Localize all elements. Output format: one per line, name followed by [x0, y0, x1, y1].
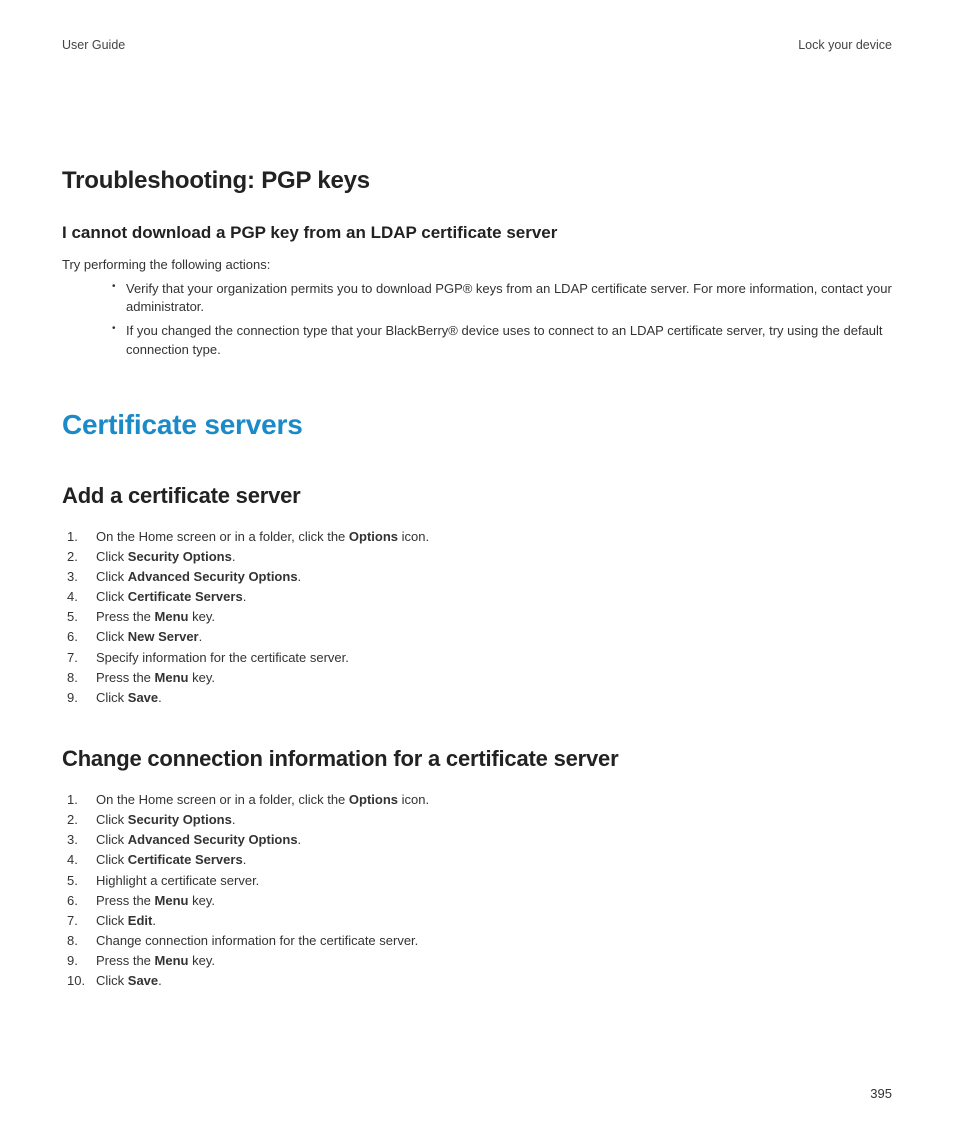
step-text-post: icon. — [398, 792, 429, 807]
step-item: Highlight a certificate server. — [62, 871, 892, 891]
step-item: Press the Menu key. — [62, 607, 892, 627]
add-server-steps: On the Home screen or in a folder, click… — [62, 527, 892, 708]
step-text-post: key. — [188, 893, 215, 908]
step-item: Click Edit. — [62, 911, 892, 931]
step-text-pre: Click — [96, 690, 128, 705]
step-text-post: key. — [188, 953, 215, 968]
step-item: Click Advanced Security Options. — [62, 830, 892, 850]
bullet-item: Verify that your organization permits yo… — [112, 280, 892, 316]
step-text-pre: On the Home screen or in a folder, click… — [96, 792, 349, 807]
step-item: Click Security Options. — [62, 547, 892, 567]
step-text-post: . — [232, 549, 236, 564]
step-text-bold: Menu — [155, 670, 189, 685]
troubleshooting-bullets: Verify that your organization permits yo… — [62, 280, 892, 359]
step-item: Press the Menu key. — [62, 891, 892, 911]
step-item: Click Certificate Servers. — [62, 587, 892, 607]
header-left: User Guide — [62, 38, 125, 52]
step-text-pre: Highlight a certificate server. — [96, 873, 259, 888]
change-server-steps: On the Home screen or in a folder, click… — [62, 790, 892, 991]
step-item: Change connection information for the ce… — [62, 931, 892, 951]
step-text-bold: Options — [349, 529, 398, 544]
step-item: Click New Server. — [62, 627, 892, 647]
bullet-item: If you changed the connection type that … — [112, 322, 892, 358]
step-item: On the Home screen or in a folder, click… — [62, 790, 892, 810]
step-text-bold: Certificate Servers — [128, 852, 243, 867]
step-item: Click Certificate Servers. — [62, 850, 892, 870]
step-text-pre: Click — [96, 812, 128, 827]
step-text-pre: Click — [96, 973, 128, 988]
step-text-post: . — [243, 852, 247, 867]
step-item: Specify information for the certificate … — [62, 648, 892, 668]
step-text-bold: Security Options — [128, 549, 232, 564]
page-header: User Guide Lock your device — [62, 38, 892, 52]
step-text-pre: Click — [96, 913, 128, 928]
step-item: Click Save. — [62, 971, 892, 991]
cert-servers-title: Certificate servers — [62, 409, 892, 441]
step-text-post: . — [298, 832, 302, 847]
step-item: Click Security Options. — [62, 810, 892, 830]
step-text-bold: Options — [349, 792, 398, 807]
step-text-bold: Certificate Servers — [128, 589, 243, 604]
step-text-bold: Advanced Security Options — [128, 832, 298, 847]
step-item: On the Home screen or in a folder, click… — [62, 527, 892, 547]
troubleshooting-intro: Try performing the following actions: — [62, 257, 892, 272]
step-text-post: . — [158, 973, 162, 988]
step-text-post: key. — [188, 670, 215, 685]
step-text-pre: Click — [96, 852, 128, 867]
step-item: Press the Menu key. — [62, 668, 892, 688]
step-item: Press the Menu key. — [62, 951, 892, 971]
step-text-pre: Change connection information for the ce… — [96, 933, 418, 948]
step-text-pre: Click — [96, 589, 128, 604]
step-text-pre: Specify information for the certificate … — [96, 650, 349, 665]
step-text-pre: Press the — [96, 893, 155, 908]
step-text-bold: Menu — [155, 953, 189, 968]
step-text-bold: Advanced Security Options — [128, 569, 298, 584]
step-text-pre: Press the — [96, 670, 155, 685]
step-text-post: . — [152, 913, 156, 928]
step-text-pre: Click — [96, 569, 128, 584]
step-text-bold: Security Options — [128, 812, 232, 827]
step-text-post: . — [158, 690, 162, 705]
step-text-pre: Press the — [96, 953, 155, 968]
header-right: Lock your device — [798, 38, 892, 52]
step-text-pre: Click — [96, 832, 128, 847]
step-item: Click Save. — [62, 688, 892, 708]
step-text-pre: On the Home screen or in a folder, click… — [96, 529, 349, 544]
step-text-post: . — [232, 812, 236, 827]
step-text-bold: Menu — [155, 609, 189, 624]
step-text-post: icon. — [398, 529, 429, 544]
add-server-title: Add a certificate server — [62, 483, 892, 509]
step-text-post: . — [298, 569, 302, 584]
page-number: 395 — [870, 1086, 892, 1101]
step-text-bold: Edit — [128, 913, 153, 928]
step-text-pre: Press the — [96, 609, 155, 624]
step-text-post: . — [199, 629, 203, 644]
troubleshooting-title: Troubleshooting: PGP keys — [62, 167, 892, 195]
step-item: Click Advanced Security Options. — [62, 567, 892, 587]
step-text-bold: Save — [128, 690, 158, 705]
step-text-pre: Click — [96, 549, 128, 564]
step-text-pre: Click — [96, 629, 128, 644]
step-text-bold: Menu — [155, 893, 189, 908]
change-server-title: Change connection information for a cert… — [62, 746, 892, 772]
troubleshooting-subtitle: I cannot download a PGP key from an LDAP… — [62, 223, 892, 243]
step-text-post: key. — [188, 609, 215, 624]
step-text-bold: Save — [128, 973, 158, 988]
step-text-post: . — [243, 589, 247, 604]
step-text-bold: New Server — [128, 629, 199, 644]
